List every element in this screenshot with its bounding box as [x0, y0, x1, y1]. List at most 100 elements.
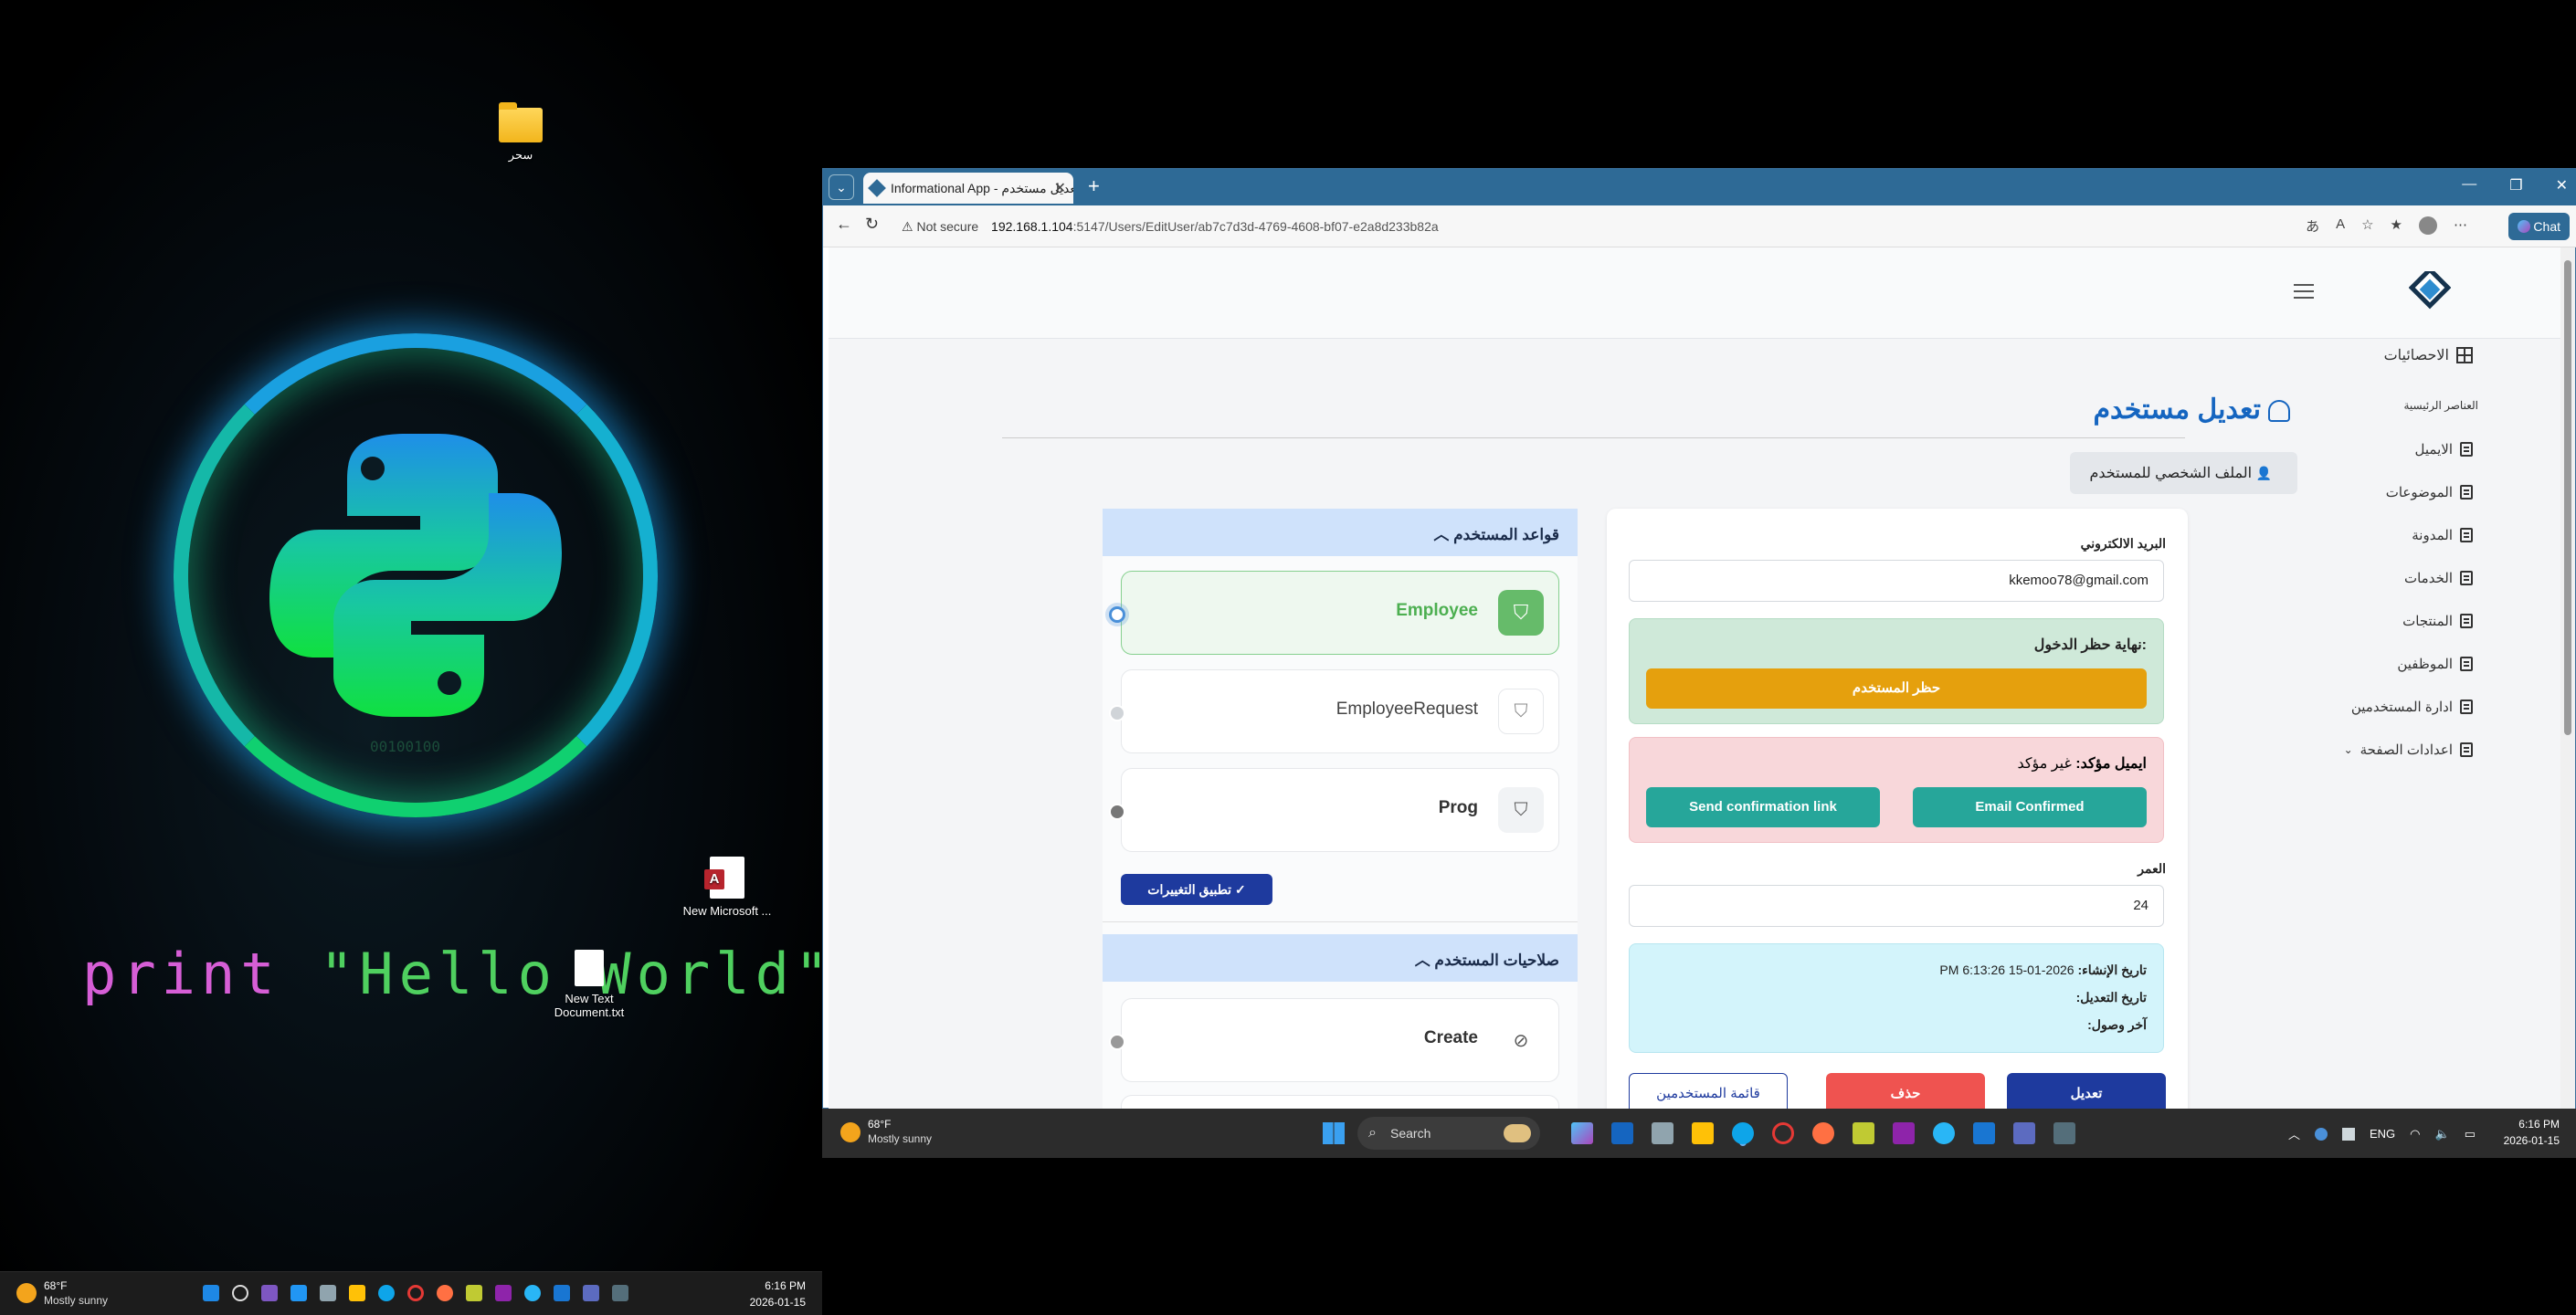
role-card-employee[interactable]: Employee ⛉	[1109, 571, 1559, 655]
sidebar-item-topics[interactable]: الموضوعات	[2386, 484, 2473, 500]
users-list-button[interactable]: قائمة المستخدمين	[1629, 1073, 1788, 1110]
sidebar-item-user-management[interactable]: ادارة المستخدمين	[2351, 699, 2473, 715]
app-icon[interactable]	[466, 1285, 482, 1301]
chat-button[interactable]: Chat	[2507, 213, 2570, 240]
folder-label: سحر	[508, 148, 533, 162]
sidebar-item-blog[interactable]: المدونة	[2412, 527, 2473, 543]
edit-button[interactable]: تعديل	[2007, 1073, 2166, 1110]
sidebar-item-services[interactable]: الخدمات	[2404, 570, 2473, 586]
sidebar-item-label: اعدادات الصفحة	[2360, 742, 2453, 758]
text-document-item[interactable]: New Text Document.txt	[534, 950, 644, 1019]
role-radio[interactable]	[1109, 804, 1125, 820]
last-seen-label: آخر وصول:	[2087, 1017, 2147, 1032]
terminal-icon[interactable]	[612, 1285, 628, 1301]
right-clock[interactable]: 6:16 PM 2026-01-15	[2504, 1118, 2560, 1147]
edge-icon[interactable]	[1732, 1122, 1754, 1144]
teams-icon[interactable]	[2013, 1122, 2035, 1144]
apply-changes-button[interactable]: تطبيق التغييرات ✓	[1121, 874, 1272, 905]
url-field[interactable]: ⚠ Not secure 192.168.1.104:5147/Users/Ed…	[892, 212, 2445, 241]
sidebar-item-employees[interactable]: الموظفين	[2397, 656, 2473, 672]
sidebar-item-email[interactable]: الايميل	[2415, 441, 2473, 458]
start-icon[interactable]	[203, 1285, 219, 1301]
outlook-icon[interactable]	[1611, 1122, 1633, 1144]
sidebar-item-page-settings[interactable]: ⌄ اعدادات الصفحة	[2344, 742, 2473, 758]
widgets-icon[interactable]	[290, 1285, 307, 1301]
page-scrollbar[interactable]	[2560, 247, 2575, 1110]
read-aloud-icon[interactable]: A	[2336, 216, 2345, 236]
teams-icon[interactable]	[583, 1285, 599, 1301]
right-clock-time: 6:16 PM	[2518, 1118, 2560, 1131]
volume-icon[interactable]: 🔈	[2435, 1127, 2450, 1141]
send-confirmation-link-button[interactable]: Send confirmation link	[1646, 787, 1880, 827]
minimize-icon[interactable]: —	[2462, 176, 2476, 195]
wifi-icon[interactable]: ◠	[2410, 1127, 2420, 1141]
tray-app-icon[interactable]	[2342, 1127, 2355, 1141]
block-user-button[interactable]: حظر المستخدم	[1646, 668, 2147, 709]
email-input[interactable]: kkemoo78@gmail.com	[1629, 560, 2164, 602]
opera-icon[interactable]	[407, 1285, 424, 1301]
tray-overflow-icon[interactable]: ︿	[2288, 1125, 2300, 1142]
favorite-icon[interactable]: ☆	[2361, 216, 2373, 236]
terminal-icon[interactable]	[2053, 1122, 2075, 1144]
start-icon[interactable]	[1323, 1122, 1345, 1144]
refresh-icon[interactable]: ↻	[865, 215, 879, 234]
page-title: تعديل مستخدم	[2093, 394, 2290, 426]
back-icon[interactable]: ←	[836, 215, 852, 234]
telegram-icon[interactable]	[524, 1285, 541, 1301]
tab-actions-icon[interactable]: ⌄	[829, 174, 854, 200]
new-tab-icon[interactable]: +	[1088, 174, 1100, 198]
store-icon[interactable]	[1652, 1122, 1673, 1144]
favorites-bar-icon[interactable]: ★	[2391, 216, 2402, 236]
search-icon[interactable]	[232, 1285, 248, 1301]
email-confirmed-button[interactable]: Email Confirmed	[1913, 787, 2147, 827]
copilot-icon[interactable]	[261, 1285, 278, 1301]
vscode-icon[interactable]	[554, 1285, 570, 1301]
maximize-icon[interactable]: ❐	[2509, 176, 2522, 195]
profile-tab[interactable]: الملف الشخصي للمستخدم 👤	[2069, 452, 2297, 494]
role-radio[interactable]	[1109, 705, 1125, 721]
battery-icon[interactable]: ▭	[2465, 1127, 2476, 1141]
browser-tab[interactable]: Informational App - تعديل مستخدم ✕	[863, 173, 1073, 204]
firefox-icon[interactable]	[437, 1285, 453, 1301]
opera-icon[interactable]	[1772, 1122, 1794, 1144]
visual-studio-icon[interactable]	[495, 1285, 512, 1301]
hamburger-menu-icon[interactable]	[2294, 284, 2314, 299]
right-taskbar: 68°F Mostly sunny ⌕ Search ︿ ENG ◠ 🔈 ▭ 6…	[822, 1109, 2576, 1158]
telegram-icon[interactable]	[1933, 1122, 1955, 1144]
vscode-icon[interactable]	[1973, 1122, 1995, 1144]
file-explorer-icon[interactable]	[349, 1285, 365, 1301]
permission-radio[interactable]	[1109, 1034, 1125, 1050]
weather-icon	[16, 1283, 37, 1303]
tab-close-icon[interactable]: ✕	[1054, 179, 1066, 197]
roles-header[interactable]: قواعد المستخدم ︿	[1103, 509, 1578, 556]
window-close-icon[interactable]: ✕	[2556, 176, 2568, 195]
access-file-item[interactable]: New Microsoft ...	[672, 857, 782, 918]
profile-avatar-icon[interactable]	[2419, 216, 2437, 235]
more-menu-icon[interactable]: ⋯	[2454, 216, 2467, 236]
taskbar-search[interactable]: ⌕ Search	[1357, 1117, 1540, 1150]
onedrive-icon[interactable]	[2315, 1127, 2328, 1141]
language-indicator[interactable]: ENG	[2370, 1127, 2395, 1141]
folder-icon-item[interactable]: سحر	[466, 102, 575, 162]
age-input[interactable]: 24	[1629, 885, 2164, 927]
role-radio[interactable]	[1109, 606, 1125, 623]
translate-icon[interactable]: あ	[2306, 216, 2319, 236]
document-icon	[2460, 571, 2473, 585]
scrollbar-thumb[interactable]	[2564, 260, 2571, 735]
sidebar-item-products[interactable]: المنتجات	[2402, 613, 2473, 629]
edge-icon[interactable]	[378, 1285, 395, 1301]
sidebar-stats[interactable]: الاحصائيات	[2384, 346, 2473, 364]
firefox-icon[interactable]	[1812, 1122, 1834, 1144]
permission-card-next[interactable]	[1121, 1095, 1559, 1110]
store-icon[interactable]	[320, 1285, 336, 1301]
visual-studio-icon[interactable]	[1893, 1122, 1915, 1144]
copilot-icon[interactable]	[1571, 1122, 1593, 1144]
shield-check-icon: ⛉	[1498, 590, 1544, 636]
permissions-header[interactable]: صلاحيات المستخدم ︿	[1103, 934, 1578, 982]
role-card-prog[interactable]: Prog ⛉	[1109, 768, 1559, 852]
role-card-employee-request[interactable]: EmployeeRequest ⛉	[1109, 669, 1559, 753]
permission-card-create[interactable]: Create ⊘	[1109, 998, 1559, 1082]
file-explorer-icon[interactable]	[1692, 1122, 1714, 1144]
app-icon[interactable]	[1853, 1122, 1874, 1144]
delete-button[interactable]: حذف	[1826, 1073, 1985, 1110]
